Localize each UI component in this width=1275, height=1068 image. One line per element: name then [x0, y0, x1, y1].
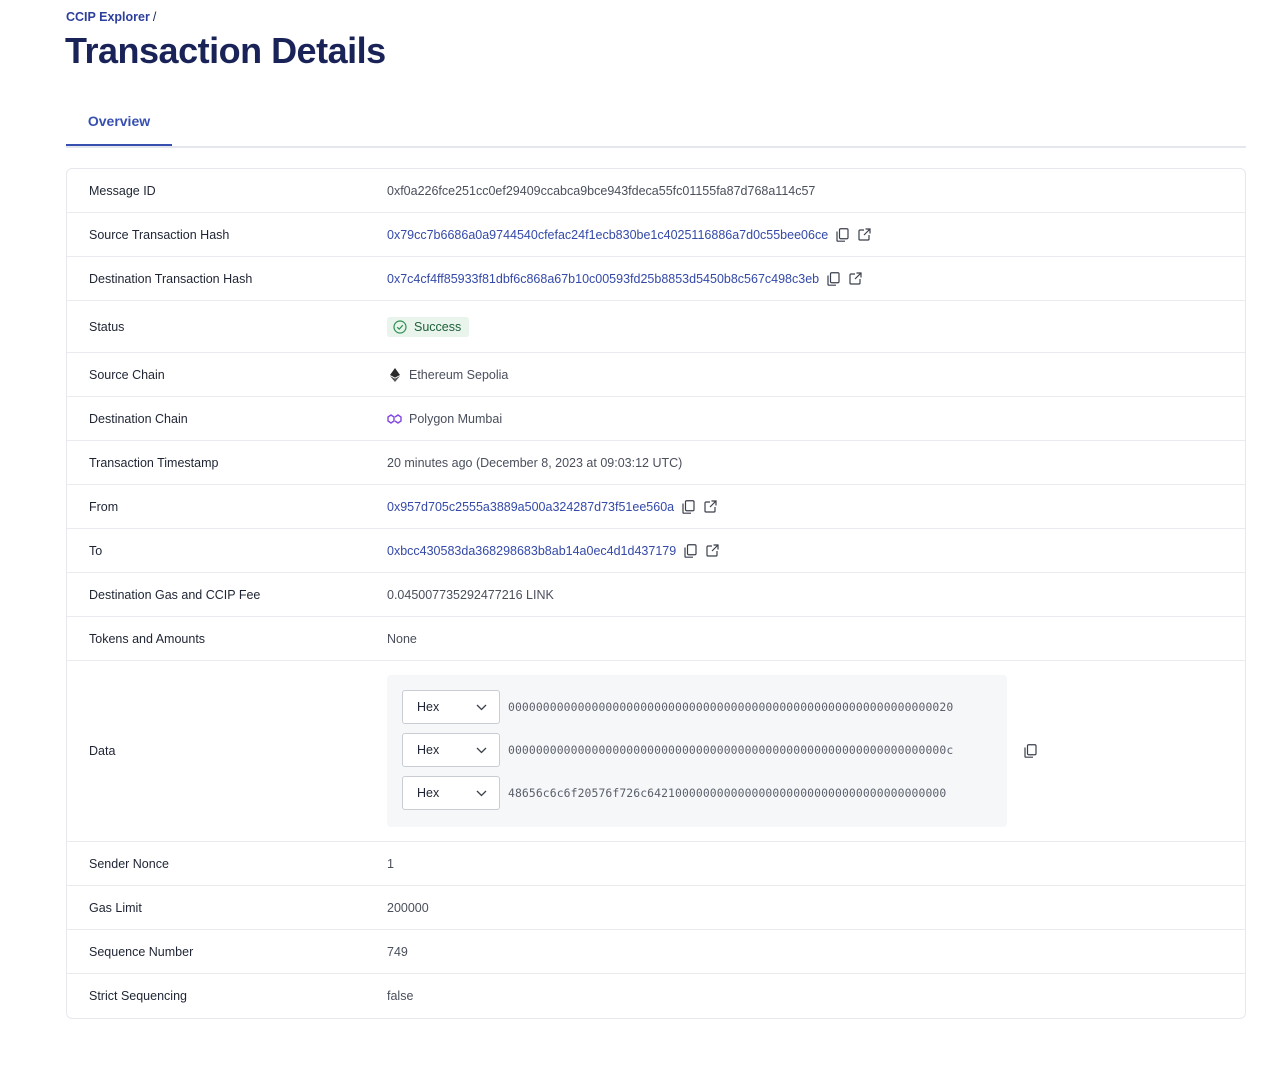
external-link-icon[interactable]: [856, 227, 872, 243]
copy-icon[interactable]: [682, 543, 698, 559]
data-hex-value: 0000000000000000000000000000000000000000…: [508, 700, 954, 714]
status-text: Success: [414, 319, 462, 334]
detail-row-sequence-number: Sequence Number 749: [67, 930, 1245, 974]
detail-row-fee: Destination Gas and CCIP Fee 0.045007735…: [67, 573, 1245, 617]
from-label: From: [89, 499, 119, 514]
external-link-icon[interactable]: [704, 543, 720, 559]
source-tx-hash-label: Source Transaction Hash: [89, 227, 230, 242]
sequence-number-value: 749: [387, 944, 408, 959]
detail-row-dest-tx-hash: Destination Transaction Hash 0x7c4cf4ff8…: [67, 257, 1245, 301]
data-line: Hex 000000000000000000000000000000000000…: [402, 732, 1007, 768]
detail-row-dest-chain: Destination Chain Polygon Mumbai: [67, 397, 1245, 441]
data-line: Hex 48656c6c6f20576f726c6421000000000000…: [402, 775, 1007, 811]
copy-icon[interactable]: [834, 227, 850, 243]
source-chain-label: Source Chain: [89, 367, 165, 382]
detail-row-message-id: Message ID 0xf0a226fce251cc0ef29409ccabc…: [67, 169, 1245, 213]
dest-tx-hash-link[interactable]: 0x7c4cf4ff85933f81dbf6c868a67b10c00593fd…: [387, 272, 819, 286]
format-select[interactable]: Hex: [402, 776, 500, 810]
strict-sequencing-label: Strict Sequencing: [89, 989, 187, 1003]
details-card: Message ID 0xf0a226fce251cc0ef29409ccabc…: [66, 168, 1246, 1019]
status-label: Status: [89, 319, 125, 334]
format-select-value: Hex: [417, 743, 440, 757]
detail-row-tokens: Tokens and Amounts None: [67, 617, 1245, 661]
fee-value: 0.045007735292477216 LINK: [387, 587, 554, 602]
breadcrumb: CCIP Explorer /: [66, 10, 156, 24]
dest-tx-hash-label: Destination Transaction Hash: [89, 271, 253, 286]
copy-icon[interactable]: [825, 271, 841, 287]
status-badge: Success: [387, 316, 470, 337]
timestamp-value: 20 minutes ago (December 8, 2023 at 09:0…: [387, 455, 683, 470]
to-label: To: [89, 543, 103, 558]
copy-icon[interactable]: [1024, 744, 1037, 758]
detail-row-source-tx-hash: Source Transaction Hash 0x79cc7b6686a0a9…: [67, 213, 1245, 257]
message-id-value: 0xf0a226fce251cc0ef29409ccabca9bce943fde…: [387, 183, 816, 198]
tokens-label: Tokens and Amounts: [89, 631, 206, 646]
tab-overview[interactable]: Overview: [66, 100, 172, 146]
data-hex-value: 48656c6c6f20576f726c64210000000000000000…: [508, 786, 947, 800]
detail-row-gas-limit: Gas Limit 200000: [67, 886, 1245, 930]
message-id-label: Message ID: [89, 183, 156, 198]
data-label: Data: [89, 744, 116, 758]
ethereum-icon: [387, 367, 403, 382]
fee-label: Destination Gas and CCIP Fee: [89, 587, 261, 602]
chevron-down-icon: [476, 747, 487, 753]
dest-chain-value: Polygon Mumbai: [409, 411, 503, 426]
polygon-icon: [387, 413, 403, 425]
tab-bar: Overview: [66, 100, 1246, 148]
chevron-down-icon: [476, 790, 487, 796]
external-link-icon[interactable]: [847, 271, 863, 287]
detail-row-sender-nonce: Sender Nonce 1: [67, 842, 1245, 886]
chevron-down-icon: [476, 704, 487, 710]
page-title: Transaction Details: [65, 30, 386, 71]
sequence-number-label: Sequence Number: [89, 944, 194, 959]
format-select[interactable]: Hex: [402, 690, 500, 724]
detail-row-to: To 0xbcc430583da368298683b8ab14a0ec4d1d4…: [67, 529, 1245, 573]
format-select-value: Hex: [417, 700, 440, 714]
format-select[interactable]: Hex: [402, 733, 500, 767]
breadcrumb-root-link[interactable]: CCIP Explorer: [66, 10, 150, 24]
sender-nonce-value: 1: [387, 856, 394, 871]
gas-limit-value: 200000: [387, 900, 429, 915]
source-chain-value: Ethereum Sepolia: [409, 367, 509, 382]
detail-row-strict-sequencing: Strict Sequencing false: [67, 974, 1245, 1018]
detail-row-from: From 0x957d705c2555a3889a500a324287d73f5…: [67, 485, 1245, 529]
dest-chain-label: Destination Chain: [89, 411, 188, 426]
from-address-link[interactable]: 0x957d705c2555a3889a500a324287d73f51ee56…: [387, 500, 674, 514]
timestamp-label: Transaction Timestamp: [89, 455, 219, 470]
detail-row-source-chain: Source Chain Ethereum Sepolia: [67, 353, 1245, 397]
check-circle-icon: [393, 319, 407, 334]
detail-row-timestamp: Transaction Timestamp 20 minutes ago (De…: [67, 441, 1245, 485]
to-address-link[interactable]: 0xbcc430583da368298683b8ab14a0ec4d1d4371…: [387, 544, 676, 558]
external-link-icon[interactable]: [702, 499, 718, 515]
format-select-value: Hex: [417, 786, 440, 800]
data-line: Hex 000000000000000000000000000000000000…: [402, 689, 1007, 725]
breadcrumb-separator: /: [152, 10, 157, 24]
sender-nonce-label: Sender Nonce: [89, 856, 169, 871]
source-tx-hash-link[interactable]: 0x79cc7b6686a0a9744540cfefac24f1ecb830be…: [387, 228, 828, 242]
gas-limit-label: Gas Limit: [89, 900, 142, 915]
data-hex-value: 0000000000000000000000000000000000000000…: [508, 743, 954, 757]
detail-row-status: Status Success: [67, 301, 1245, 353]
detail-row-data: Data Hex 0000000000000000000000000000000…: [67, 661, 1245, 842]
data-box: Hex 000000000000000000000000000000000000…: [387, 675, 1007, 827]
strict-sequencing-value: false: [387, 989, 414, 1003]
tokens-value: None: [387, 631, 417, 646]
copy-icon[interactable]: [680, 499, 696, 515]
